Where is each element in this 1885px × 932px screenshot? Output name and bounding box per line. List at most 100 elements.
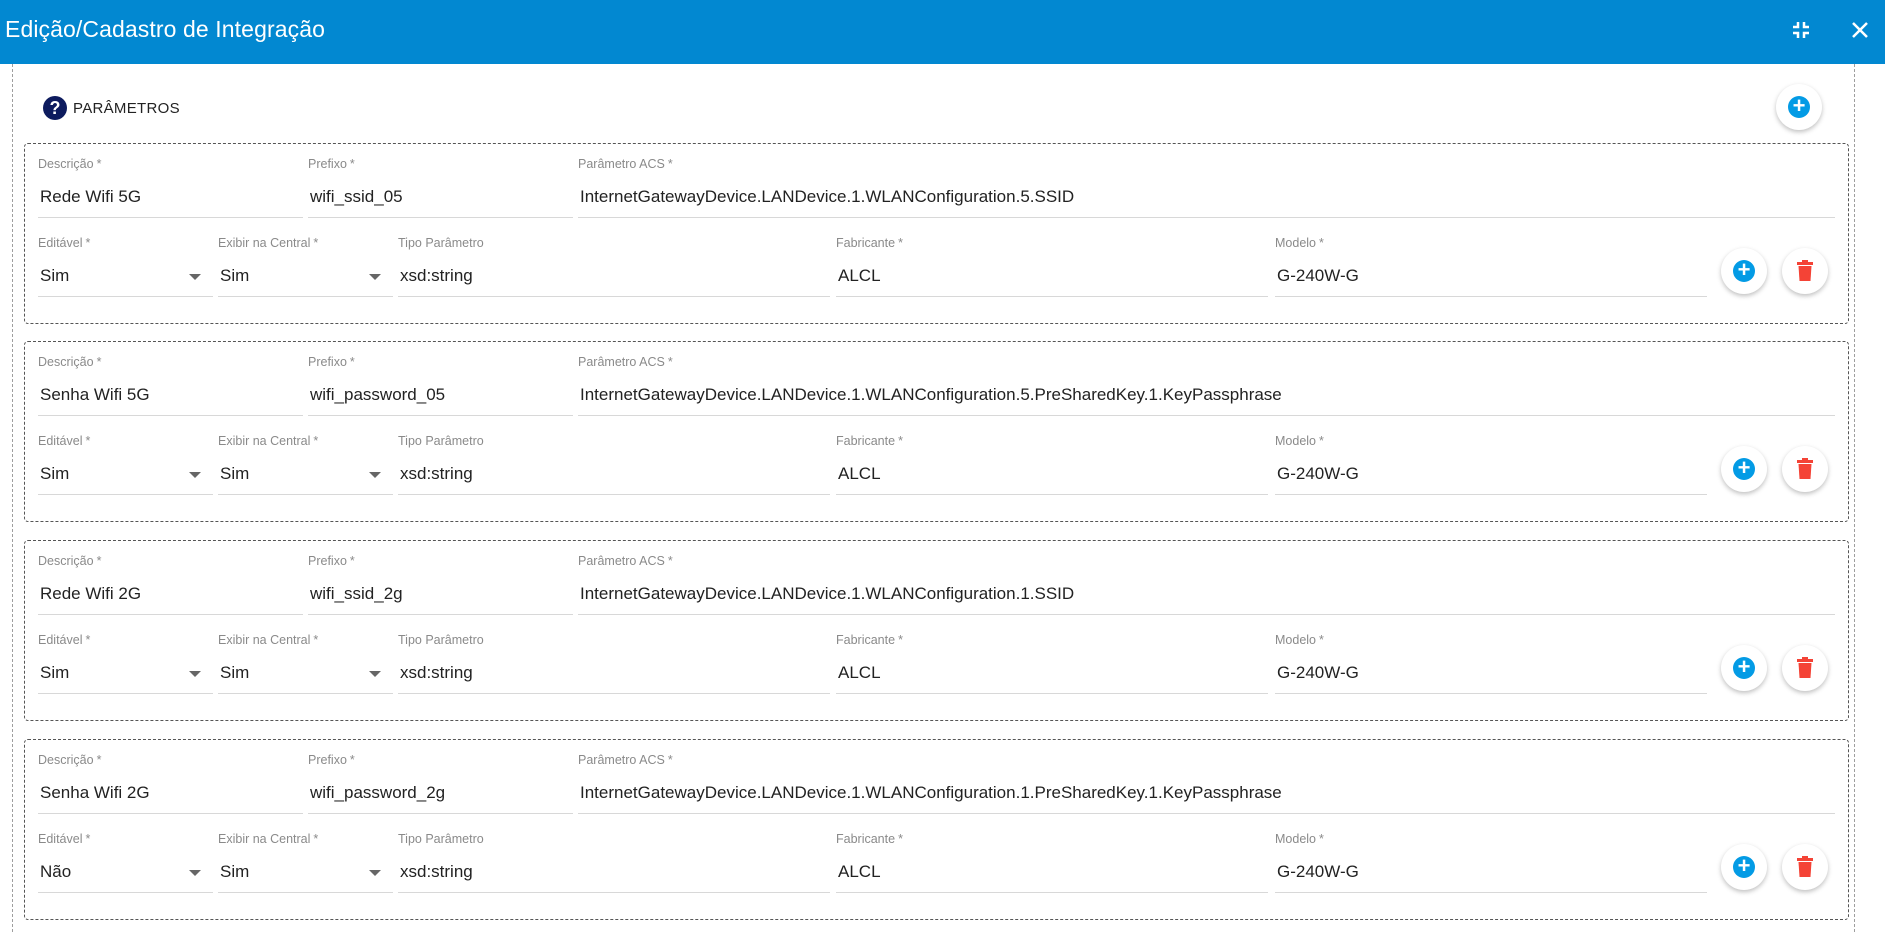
modelo-field[interactable]: Modelo * G-240W-G <box>1275 236 1707 298</box>
delete-row-button[interactable] <box>1782 446 1828 492</box>
field-value[interactable]: Sim <box>220 266 249 286</box>
modelo-field[interactable]: Modelo * G-240W-G <box>1275 832 1707 894</box>
delete-row-button[interactable] <box>1782 844 1828 890</box>
descricao-field[interactable]: Descrição * Senha Wifi 2G <box>38 753 303 815</box>
required-mark: * <box>313 832 319 846</box>
field-value[interactable]: ALCL <box>838 266 881 286</box>
fabricante-field[interactable]: Fabricante * ALCL <box>836 633 1268 695</box>
field-label-text: Fabricante <box>836 434 896 448</box>
field-underline <box>578 415 1835 416</box>
required-mark: * <box>349 157 355 171</box>
prefixo-field[interactable]: Prefixo * wifi_password_2g <box>308 753 573 815</box>
dropdown-arrow-icon[interactable] <box>369 472 381 478</box>
field-value[interactable]: ALCL <box>838 464 881 484</box>
fabricante-field[interactable]: Fabricante * ALCL <box>836 236 1268 298</box>
field-value[interactable]: ALCL <box>838 862 881 882</box>
field-value[interactable]: Sim <box>220 663 249 683</box>
field-value[interactable]: xsd:string <box>400 862 473 882</box>
exibir-na-central-select[interactable]: Exibir na Central * Sim <box>218 236 393 298</box>
field-value[interactable]: G-240W-G <box>1277 266 1359 286</box>
descricao-field[interactable]: Descrição * Rede Wifi 5G <box>38 157 303 219</box>
field-value[interactable]: xsd:string <box>400 266 473 286</box>
field-value[interactable]: InternetGatewayDevice.LANDevice.1.WLANCo… <box>580 783 1282 803</box>
field-value[interactable]: wifi_password_05 <box>310 385 445 405</box>
tipo-parametro-field[interactable]: Tipo Parâmetro xsd:string <box>398 434 830 496</box>
field-value[interactable]: G-240W-G <box>1277 862 1359 882</box>
required-mark: * <box>85 236 91 250</box>
fabricante-field[interactable]: Fabricante * ALCL <box>836 832 1268 894</box>
modelo-field[interactable]: Modelo * G-240W-G <box>1275 633 1707 695</box>
field-value[interactable]: InternetGatewayDevice.LANDevice.1.WLANCo… <box>580 385 1282 405</box>
parameter-card: Descrição * Rede Wifi 2G Prefixo * wifi_ssid_… <box>24 540 1849 721</box>
dropdown-arrow-icon[interactable] <box>369 671 381 677</box>
add-row-button[interactable]: + <box>1721 844 1767 890</box>
dropdown-arrow-icon[interactable] <box>189 870 201 876</box>
field-value[interactable]: InternetGatewayDevice.LANDevice.1.WLANCo… <box>580 187 1074 207</box>
close-icon[interactable] <box>1843 13 1877 47</box>
add-row-button[interactable]: + <box>1721 248 1767 294</box>
dropdown-arrow-icon[interactable] <box>189 671 201 677</box>
add-row-button[interactable]: + <box>1721 645 1767 691</box>
section-header: ? PARÂMETROS <box>43 96 180 120</box>
field-value[interactable]: Sim <box>40 464 69 484</box>
field-value[interactable]: Senha Wifi 2G <box>40 783 150 803</box>
field-value[interactable]: G-240W-G <box>1277 464 1359 484</box>
descricao-field[interactable]: Descrição * Rede Wifi 2G <box>38 554 303 616</box>
dropdown-arrow-icon[interactable] <box>369 274 381 280</box>
fabricante-field[interactable]: Fabricante * ALCL <box>836 434 1268 496</box>
descricao-field[interactable]: Descrição * Senha Wifi 5G <box>38 355 303 417</box>
required-mark: * <box>667 554 673 568</box>
field-value[interactable]: InternetGatewayDevice.LANDevice.1.WLANCo… <box>580 584 1074 604</box>
fullscreen-exit-icon[interactable] <box>1784 13 1818 47</box>
tipo-parametro-field[interactable]: Tipo Parâmetro xsd:string <box>398 633 830 695</box>
field-value[interactable]: xsd:string <box>400 464 473 484</box>
add-row-button[interactable]: + <box>1721 446 1767 492</box>
field-value[interactable]: Sim <box>40 663 69 683</box>
tipo-parametro-field[interactable]: Tipo Parâmetro xsd:string <box>398 832 830 894</box>
field-value[interactable]: wifi_password_2g <box>310 783 445 803</box>
field-label-text: Exibir na Central <box>218 633 311 647</box>
field-value[interactable]: wifi_ssid_05 <box>310 187 403 207</box>
modelo-field[interactable]: Modelo * G-240W-G <box>1275 434 1707 496</box>
field-underline <box>836 296 1268 297</box>
field-label-text: Modelo <box>1275 633 1316 647</box>
field-label: Descrição * <box>38 554 101 568</box>
exibir-na-central-select[interactable]: Exibir na Central * Sim <box>218 633 393 695</box>
field-value[interactable]: Sim <box>40 266 69 286</box>
exibir-na-central-select[interactable]: Exibir na Central * Sim <box>218 832 393 894</box>
exibir-na-central-select[interactable]: Exibir na Central * Sim <box>218 434 393 496</box>
editavel-select[interactable]: Editável * Não <box>38 832 213 894</box>
add-parameter-button[interactable]: + <box>1776 84 1822 130</box>
field-value[interactable]: Não <box>40 862 71 882</box>
parametro-acs-field[interactable]: Parâmetro ACS * InternetGatewayDevice.LAND… <box>578 753 1835 815</box>
editavel-select[interactable]: Editável * Sim <box>38 633 213 695</box>
field-value[interactable]: Rede Wifi 5G <box>40 187 141 207</box>
field-value[interactable]: Sim <box>220 862 249 882</box>
prefixo-field[interactable]: Prefixo * wifi_ssid_05 <box>308 157 573 219</box>
editavel-select[interactable]: Editável * Sim <box>38 434 213 496</box>
dropdown-arrow-icon[interactable] <box>189 274 201 280</box>
field-value[interactable]: Sim <box>220 464 249 484</box>
field-value[interactable]: G-240W-G <box>1277 663 1359 683</box>
field-value[interactable]: wifi_ssid_2g <box>310 584 403 604</box>
field-label: Parâmetro ACS * <box>578 554 673 568</box>
prefixo-field[interactable]: Prefixo * wifi_password_05 <box>308 355 573 417</box>
field-label-text: Tipo Parâmetro <box>398 633 484 647</box>
required-mark: * <box>1319 236 1324 250</box>
parametro-acs-field[interactable]: Parâmetro ACS * InternetGatewayDevice.LAND… <box>578 355 1835 417</box>
field-underline <box>308 415 573 416</box>
help-circle-icon[interactable]: ? <box>43 96 67 120</box>
parametro-acs-field[interactable]: Parâmetro ACS * InternetGatewayDevice.LAND… <box>578 157 1835 219</box>
tipo-parametro-field[interactable]: Tipo Parâmetro xsd:string <box>398 236 830 298</box>
editavel-select[interactable]: Editável * Sim <box>38 236 213 298</box>
delete-row-button[interactable] <box>1782 645 1828 691</box>
parametro-acs-field[interactable]: Parâmetro ACS * InternetGatewayDevice.LAND… <box>578 554 1835 616</box>
prefixo-field[interactable]: Prefixo * wifi_ssid_2g <box>308 554 573 616</box>
dropdown-arrow-icon[interactable] <box>189 472 201 478</box>
field-value[interactable]: xsd:string <box>400 663 473 683</box>
dropdown-arrow-icon[interactable] <box>369 870 381 876</box>
field-value[interactable]: Senha Wifi 5G <box>40 385 150 405</box>
delete-row-button[interactable] <box>1782 248 1828 294</box>
field-value[interactable]: Rede Wifi 2G <box>40 584 141 604</box>
field-value[interactable]: ALCL <box>838 663 881 683</box>
